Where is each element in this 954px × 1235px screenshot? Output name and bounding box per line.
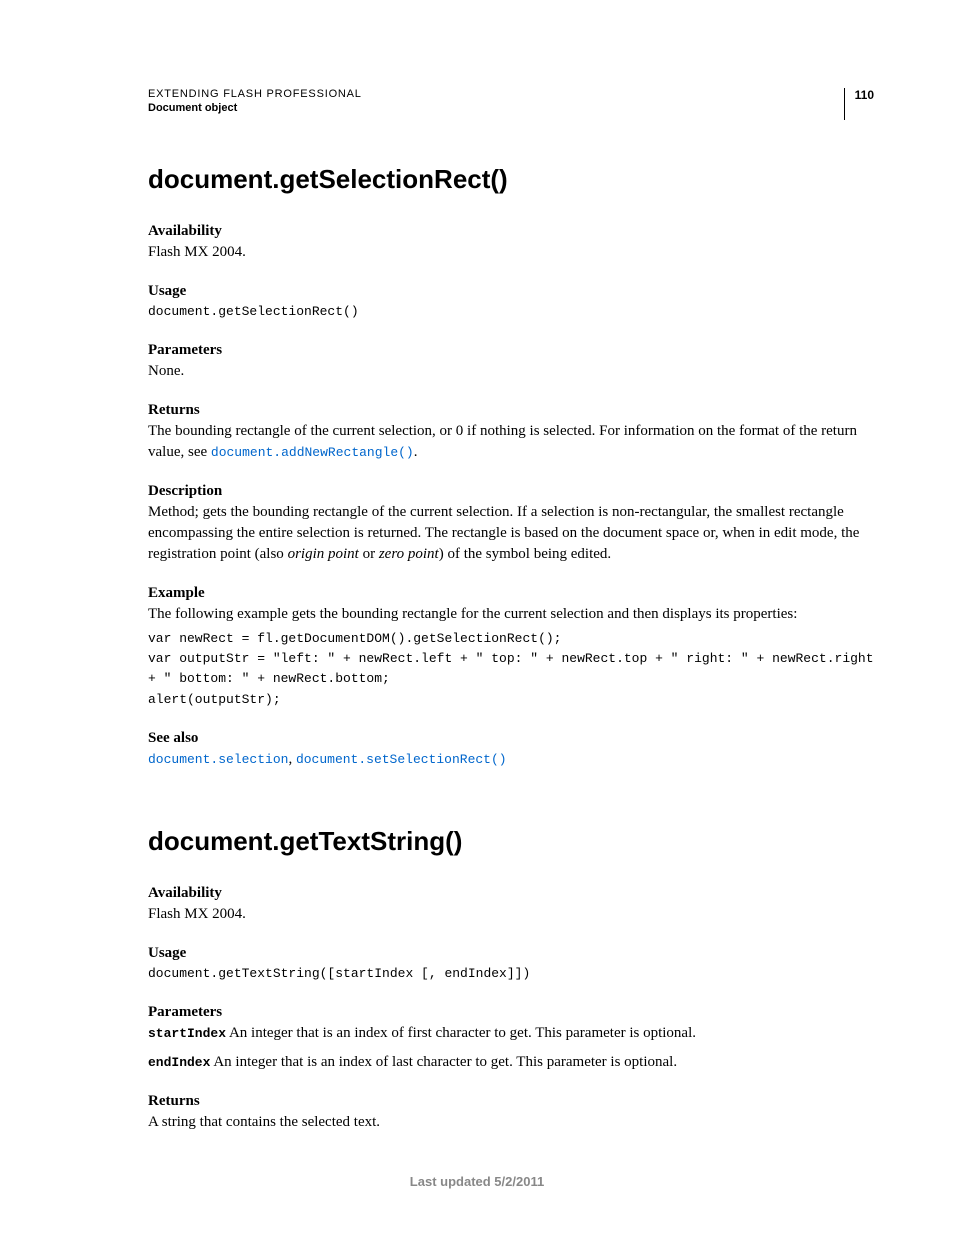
link-document-selection[interactable]: document.selection [148, 752, 288, 767]
link-document-setselectionrect[interactable]: document.setSelectionRect() [296, 752, 507, 767]
returns-text-2: . [414, 444, 418, 460]
usage-code: document.getSelectionRect() [148, 302, 874, 322]
desc-italic1: origin point [288, 546, 359, 562]
footer-updated: Last updated 5/2/2011 [0, 1174, 954, 1189]
parameters-text: None. [148, 361, 874, 382]
example-text: The following example gets the bounding … [148, 604, 874, 625]
param-endindex: endIndex An integer that is an index of … [148, 1052, 874, 1073]
param-startindex-text: An integer that is an index of first cha… [226, 1025, 696, 1041]
parameters-heading-2: Parameters [148, 1004, 874, 1021]
desc-italic2: zero point [379, 546, 439, 562]
availability-text: Flash MX 2004. [148, 242, 874, 263]
availability-heading: Availability [148, 223, 874, 240]
param-endindex-text: An integer that is an index of last char… [210, 1054, 677, 1070]
link-addnewrectangle[interactable]: document.addNewRectangle() [211, 445, 414, 460]
header-left: EXTENDING FLASH PROFESSIONAL Document ob… [148, 88, 362, 114]
seealso-heading: See also [148, 730, 874, 747]
seealso-text: document.selection, document.setSelectio… [148, 749, 874, 770]
method-title-getselectionrect: document.getSelectionRect() [148, 164, 874, 195]
returns-heading-2: Returns [148, 1093, 874, 1110]
page-content: EXTENDING FLASH PROFESSIONAL Document ob… [0, 0, 954, 1197]
param-endindex-name: endIndex [148, 1055, 210, 1070]
seealso-sep: , [288, 751, 296, 767]
usage-heading: Usage [148, 283, 874, 300]
page-number-wrap: 110 [844, 88, 874, 120]
example-heading: Example [148, 585, 874, 602]
returns-text-2: A string that contains the selected text… [148, 1112, 874, 1133]
description-text: Method; gets the bounding rectangle of t… [148, 502, 874, 565]
availability-text-2: Flash MX 2004. [148, 904, 874, 925]
header-subtitle: Document object [148, 102, 362, 114]
page-number-divider [844, 88, 845, 120]
parameters-heading: Parameters [148, 342, 874, 359]
page-number: 110 [855, 88, 874, 120]
returns-text: The bounding rectangle of the current se… [148, 421, 874, 463]
description-heading: Description [148, 483, 874, 500]
example-code: var newRect = fl.getDocumentDOM().getSel… [148, 629, 874, 710]
header-title: EXTENDING FLASH PROFESSIONAL [148, 88, 362, 100]
param-startindex: startIndex An integer that is an index o… [148, 1023, 874, 1044]
desc-part2: or [359, 546, 379, 562]
availability-heading-2: Availability [148, 885, 874, 902]
desc-part3: ) of the symbol being edited. [439, 546, 611, 562]
param-startindex-name: startIndex [148, 1026, 226, 1041]
method-title-gettextstring: document.getTextString() [148, 826, 874, 857]
page-header: EXTENDING FLASH PROFESSIONAL Document ob… [148, 88, 874, 120]
usage-heading-2: Usage [148, 945, 874, 962]
usage-code-2: document.getTextString([startIndex [, en… [148, 964, 874, 984]
returns-heading: Returns [148, 402, 874, 419]
